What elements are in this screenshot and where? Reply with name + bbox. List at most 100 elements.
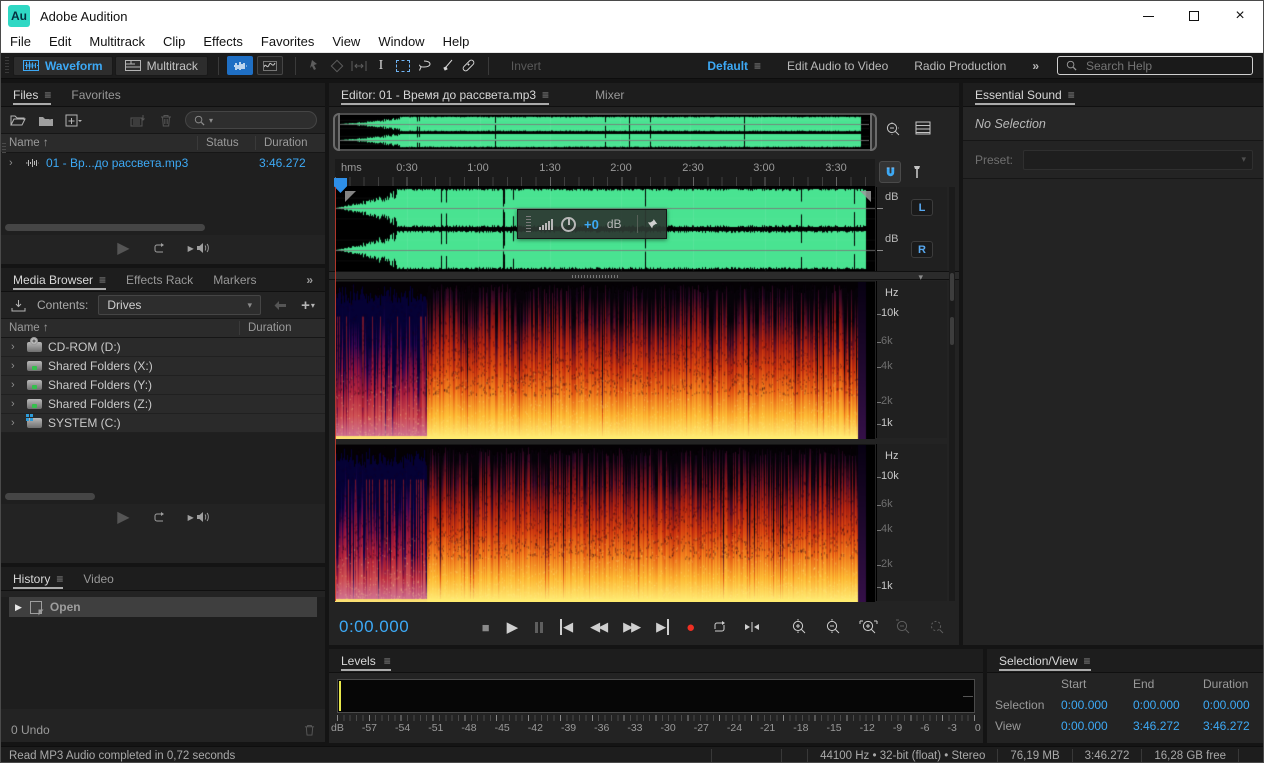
waveform-spectral-splitter[interactable]: ▾: [329, 271, 959, 280]
expand-chevron-icon[interactable]: ›: [11, 360, 21, 372]
editor-list-icon[interactable]: [915, 121, 931, 135]
volume-knob-icon[interactable]: [561, 217, 576, 232]
volume-hud[interactable]: +0 dB: [517, 209, 667, 239]
tab-effects-rack[interactable]: Effects Rack: [126, 268, 193, 291]
tab-files[interactable]: Files ≡: [13, 83, 51, 106]
skip-to-next-button[interactable]: ▶: [656, 619, 669, 635]
maximize-button[interactable]: [1171, 1, 1217, 31]
workspace-edit-audio-to-video[interactable]: Edit Audio to Video: [787, 59, 888, 73]
marker-pin-icon[interactable]: [907, 161, 927, 183]
fade-out-handle[interactable]: [860, 191, 871, 202]
view-start[interactable]: 0:00.000: [1061, 719, 1133, 733]
time-shift-tool-icon[interactable]: [348, 56, 370, 76]
hud-grip[interactable]: [526, 216, 531, 232]
channel-left-button[interactable]: L: [911, 199, 933, 216]
spectrogram-canvas-right[interactable]: [335, 445, 875, 602]
spot-healing-brush-icon[interactable]: [458, 56, 480, 76]
tab-favorites[interactable]: Favorites: [71, 83, 120, 106]
preview-play-button[interactable]: ▶: [117, 238, 129, 258]
zoom-in-button[interactable]: [791, 619, 808, 636]
history-panel-menu-icon[interactable]: ≡: [56, 572, 63, 586]
column-name[interactable]: Name ↑: [9, 322, 239, 334]
zoom-reset-button[interactable]: [929, 619, 946, 636]
menu-view[interactable]: View: [323, 31, 369, 52]
razor-tool-icon[interactable]: [326, 56, 348, 76]
show-waveform-button[interactable]: [227, 56, 253, 75]
clear-history-trash-icon[interactable]: [304, 724, 315, 736]
expand-chevron-icon[interactable]: ›: [11, 379, 21, 391]
hud-pin-icon[interactable]: [646, 218, 658, 230]
move-tool-icon[interactable]: [304, 56, 326, 76]
overview-waveform[interactable]: [339, 115, 869, 149]
channel-right-button[interactable]: R: [911, 241, 933, 258]
tab-editor[interactable]: Editor: 01 - Время до рассвета.mp3 ≡: [341, 83, 549, 106]
fast-forward-button[interactable]: ▶▶: [623, 619, 639, 635]
timeline-ruler[interactable]: hms 0:30 1:00 1:30 2:00 2:30 3:00 3:30: [335, 159, 875, 187]
files-hscrollbar[interactable]: [5, 224, 205, 231]
insert-into-multitrack-icon[interactable]: [129, 112, 147, 128]
tabs-overflow-icon[interactable]: »: [306, 273, 313, 287]
menu-help[interactable]: Help: [434, 31, 479, 52]
add-shortcut-icon[interactable]: +▾: [299, 297, 317, 313]
overview-navigator[interactable]: [335, 113, 875, 151]
spectrogram-canvas-left[interactable]: [335, 282, 875, 439]
rewind-button[interactable]: ◀◀: [590, 619, 606, 635]
zoom-out-full-icon[interactable]: [885, 121, 902, 138]
menu-file[interactable]: File: [1, 31, 40, 52]
hud-gain-value[interactable]: +0: [584, 217, 599, 232]
selection-duration[interactable]: 0:00.000: [1203, 698, 1264, 712]
history-item-open[interactable]: ▶ Open: [9, 597, 317, 617]
close-button[interactable]: ×: [1217, 1, 1263, 31]
time-selection-tool-icon[interactable]: I: [370, 56, 392, 76]
column-status[interactable]: Status: [197, 136, 255, 150]
files-search-field[interactable]: ▾: [185, 111, 317, 129]
overview-left-handle[interactable]: [333, 113, 340, 151]
view-duration[interactable]: 3:46.272: [1203, 719, 1264, 733]
editor-panel-menu-icon[interactable]: ≡: [542, 88, 549, 102]
drive-row-z[interactable]: › Shared Folders (Z:): [1, 395, 325, 414]
auto-play-button[interactable]: ▶: [188, 511, 209, 523]
drive-row-x[interactable]: › Shared Folders (X:): [1, 357, 325, 376]
search-help-input[interactable]: [1084, 58, 1224, 74]
tab-essential-sound[interactable]: Essential Sound ≡: [975, 83, 1075, 106]
waveform-display[interactable]: +0 dB: [335, 187, 875, 271]
editor-vscrollbar[interactable]: [949, 187, 955, 601]
expand-chevron-icon[interactable]: ›: [9, 157, 19, 169]
tab-media-browser[interactable]: Media Browser ≡: [13, 268, 106, 291]
loop-preview-button[interactable]: [152, 242, 166, 255]
view-end[interactable]: 3:46.272: [1133, 719, 1203, 733]
import-media-icon[interactable]: [9, 297, 27, 313]
snap-toggle-button[interactable]: [879, 161, 901, 183]
lasso-selection-tool-icon[interactable]: [414, 56, 436, 76]
tab-history[interactable]: History ≡: [13, 567, 63, 590]
workspace-default[interactable]: Default ≡: [707, 59, 761, 73]
fade-in-handle[interactable]: [345, 191, 356, 202]
files-panel-menu-icon[interactable]: ≡: [44, 88, 51, 102]
tab-video[interactable]: Video: [83, 567, 113, 590]
tab-mixer[interactable]: Mixer: [595, 83, 624, 106]
spectrogram-right[interactable]: [335, 444, 875, 601]
menu-window[interactable]: Window: [369, 31, 433, 52]
menu-clip[interactable]: Clip: [154, 31, 194, 52]
zoom-out-full-button[interactable]: [895, 619, 912, 636]
tab-selection-view[interactable]: Selection/View ≡: [999, 649, 1091, 672]
expand-chevron-icon[interactable]: ›: [11, 341, 21, 353]
search-help-box[interactable]: [1057, 56, 1253, 75]
paintbrush-tool-icon[interactable]: [436, 56, 458, 76]
media-hscrollbar[interactable]: [5, 493, 95, 500]
minimize-button[interactable]: [1125, 1, 1171, 31]
multitrack-view-button[interactable]: Multitrack: [115, 56, 208, 76]
media-list-header[interactable]: Name ↑ Duration: [1, 318, 325, 338]
column-duration[interactable]: Duration: [239, 321, 325, 335]
waveform-view-button[interactable]: Waveform: [13, 56, 113, 76]
essential-panel-menu-icon[interactable]: ≡: [1068, 88, 1075, 102]
drive-row-c[interactable]: › SYSTEM (C:): [1, 414, 325, 433]
pause-button[interactable]: [535, 622, 543, 633]
play-button[interactable]: ▶: [507, 618, 519, 636]
tab-markers[interactable]: Markers: [213, 268, 256, 291]
skip-selection-button[interactable]: [744, 621, 760, 633]
files-list-header[interactable]: Name ↑ Status Duration: [1, 133, 325, 153]
back-arrow-icon[interactable]: [271, 297, 289, 313]
preview-play-button[interactable]: ▶: [117, 507, 129, 527]
selection-start[interactable]: 0:00.000: [1061, 698, 1133, 712]
